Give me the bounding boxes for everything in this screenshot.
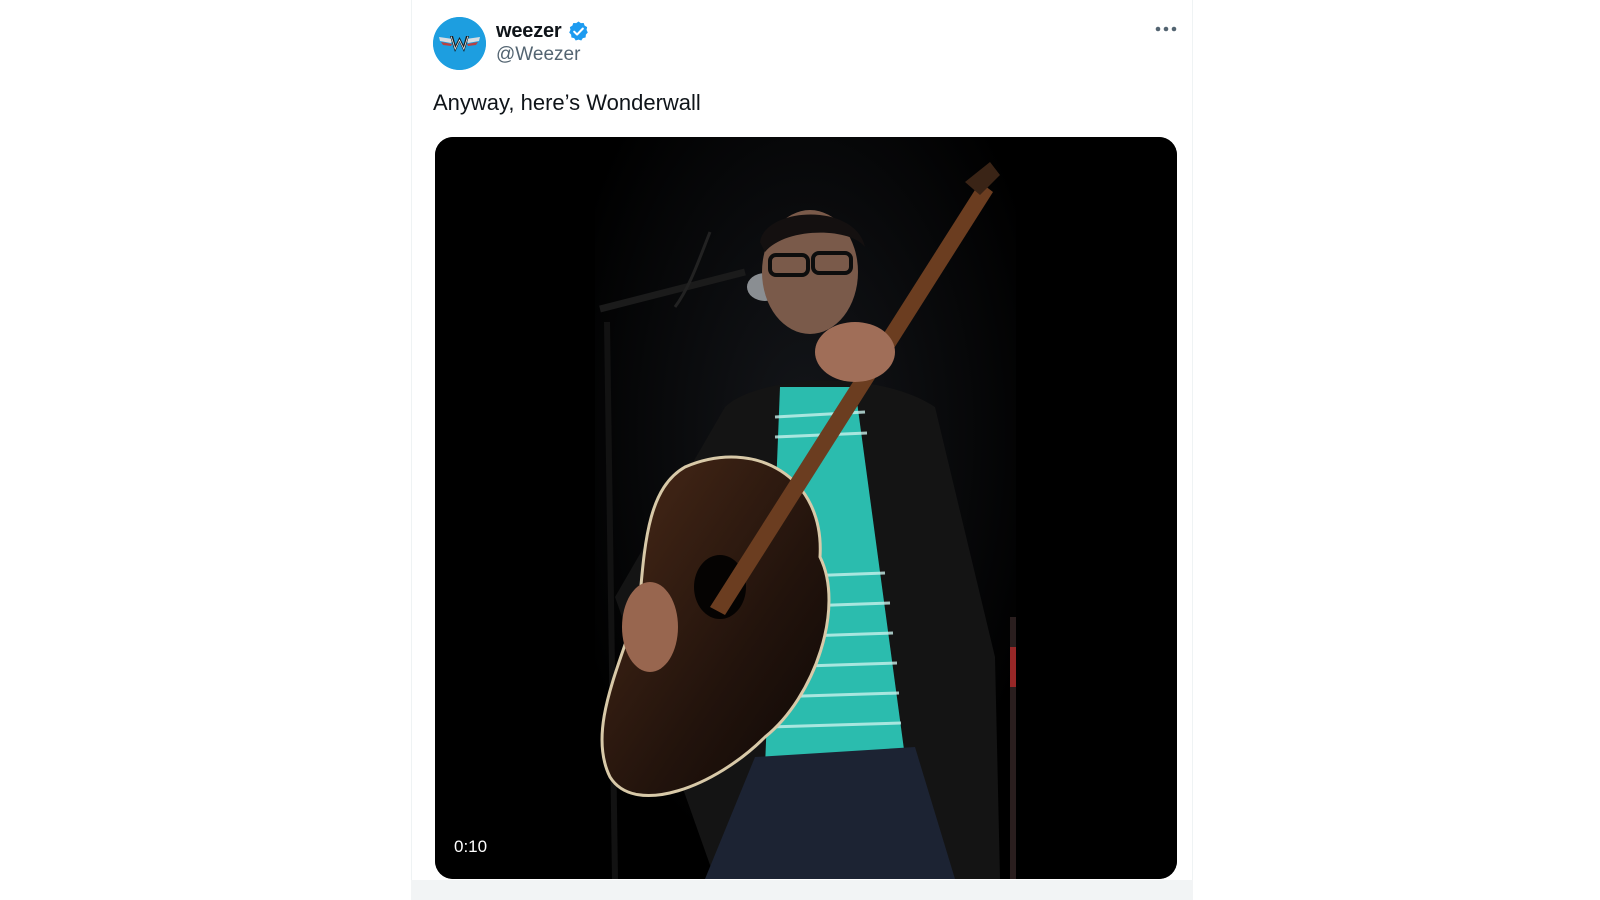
more-options-button[interactable]: [1152, 17, 1180, 41]
author-avatar[interactable]: [433, 17, 486, 70]
tweet-text: Anyway, here’s Wonderwall: [433, 90, 701, 115]
author-name-row: weezer: [496, 18, 590, 44]
more-horizontal-icon: [1155, 26, 1177, 32]
author-handle[interactable]: @Weezer: [496, 44, 580, 66]
page: weezer @Weezer Anyway, here’s Wonderwall: [0, 0, 1600, 900]
tweet-divider: [411, 880, 1193, 900]
video-player[interactable]: 0:10: [435, 137, 1177, 879]
video-frame: [435, 137, 1177, 879]
verified-badge-icon: [567, 20, 590, 43]
weezer-logo-icon: [433, 17, 486, 70]
author-display-name[interactable]: weezer: [496, 20, 562, 43]
video-duration: 0:10: [454, 837, 488, 856]
